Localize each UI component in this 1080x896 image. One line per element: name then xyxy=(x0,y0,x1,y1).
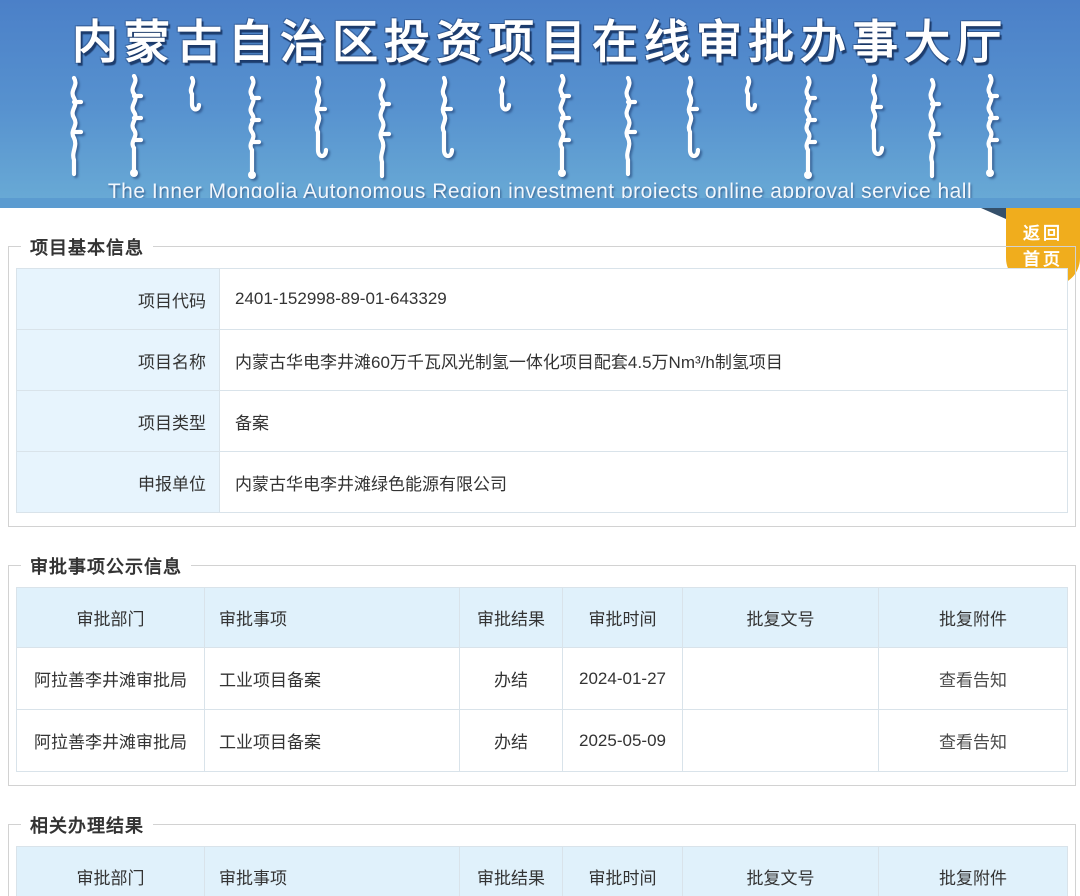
column-header-attachment: 批复附件 xyxy=(878,846,1068,896)
cell-date: 2025-05-09 xyxy=(562,709,683,772)
table-row: 阿拉善李井滩审批局 工业项目备案 办结 2025-05-09 查看告知 xyxy=(16,709,1068,772)
field-label-declaring-unit: 申报单位 xyxy=(16,451,220,513)
column-header-item: 审批事项 xyxy=(204,846,460,896)
table-header-row: 审批部门 审批事项 审批结果 审批时间 批复文号 批复附件 xyxy=(16,587,1068,648)
column-header-date: 审批时间 xyxy=(562,587,683,648)
field-value-project-type: 备案 xyxy=(219,390,1068,452)
column-header-dept: 审批部门 xyxy=(16,587,205,648)
header-accent-bar xyxy=(0,198,1080,208)
site-header-banner: 内蒙古自治区投资项目在线审批办事大厅 The Inner Mongolia Au… xyxy=(0,0,1080,198)
section-approval-publicity-title: 审批事项公示信息 xyxy=(21,553,191,579)
column-header-doc-no: 批复文号 xyxy=(682,846,879,896)
cell-doc-no xyxy=(682,709,879,772)
cell-result: 办结 xyxy=(459,647,563,710)
field-label-project-name: 项目名称 xyxy=(16,329,220,391)
section-related-results-title: 相关办理结果 xyxy=(21,812,153,838)
column-header-date: 审批时间 xyxy=(562,846,683,896)
approval-publicity-table: 审批部门 审批事项 审批结果 审批时间 批复文号 批复附件 阿拉善李井滩审批局 … xyxy=(16,587,1068,772)
cell-attachment: 查看告知 xyxy=(878,709,1068,772)
section-basic-info: 项目基本信息 项目代码 2401-152998-89-01-643329 项目名… xyxy=(8,234,1076,527)
cell-item: 工业项目备案 xyxy=(204,647,460,710)
page: 内蒙古自治区投资项目在线审批办事大厅 The Inner Mongolia Au… xyxy=(0,0,1080,896)
table-row: 阿拉善李井滩审批局 工业项目备案 办结 2024-01-27 查看告知 xyxy=(16,647,1068,710)
cell-attachment: 查看告知 xyxy=(878,647,1068,710)
section-basic-info-title: 项目基本信息 xyxy=(21,234,153,260)
field-value-project-code: 2401-152998-89-01-643329 xyxy=(219,268,1068,330)
cell-date: 2024-01-27 xyxy=(562,647,683,710)
related-results-table: 审批部门 审批事项 审批结果 审批时间 批复文号 批复附件 xyxy=(16,846,1068,896)
view-notice-link[interactable]: 查看告知 xyxy=(939,671,1007,690)
field-value-declaring-unit: 内蒙古华电李井滩绿色能源有限公司 xyxy=(219,451,1068,513)
ribbon-fold-icon xyxy=(981,208,1006,219)
table-row: 申报单位 内蒙古华电李井滩绿色能源有限公司 xyxy=(16,451,1068,513)
mongolian-script xyxy=(0,74,1080,180)
site-title-chinese: 内蒙古自治区投资项目在线审批办事大厅 xyxy=(72,17,1008,68)
section-related-results: 相关办理结果 审批部门 审批事项 审批结果 审批时间 批复文号 批复附件 xyxy=(8,812,1076,896)
table-row: 项目类型 备案 xyxy=(16,390,1068,452)
table-row: 项目名称 内蒙古华电李井滩60万千瓦风光制氢一体化项目配套4.5万Nm³/h制氢… xyxy=(16,329,1068,391)
table-header-row: 审批部门 审批事项 审批结果 审批时间 批复文号 批复附件 xyxy=(16,846,1068,896)
table-row: 项目代码 2401-152998-89-01-643329 xyxy=(16,268,1068,330)
column-header-dept: 审批部门 xyxy=(16,846,205,896)
site-subtitle-english: The Inner Mongolia Autonomous Region inv… xyxy=(107,180,973,198)
field-value-project-name: 内蒙古华电李井滩60万千瓦风光制氢一体化项目配套4.5万Nm³/h制氢项目 xyxy=(219,329,1068,391)
cell-dept: 阿拉善李井滩审批局 xyxy=(16,709,205,772)
column-header-result: 审批结果 xyxy=(459,587,563,648)
cell-result: 办结 xyxy=(459,709,563,772)
cell-doc-no xyxy=(682,647,879,710)
field-label-project-type: 项目类型 xyxy=(16,390,220,452)
cell-dept: 阿拉善李井滩审批局 xyxy=(16,647,205,710)
cell-item: 工业项目备案 xyxy=(204,709,460,772)
column-header-attachment: 批复附件 xyxy=(878,587,1068,648)
field-label-project-code: 项目代码 xyxy=(16,268,220,330)
column-header-result: 审批结果 xyxy=(459,846,563,896)
column-header-item: 审批事项 xyxy=(204,587,460,648)
view-notice-link[interactable]: 查看告知 xyxy=(939,733,1007,752)
column-header-doc-no: 批复文号 xyxy=(682,587,879,648)
basic-info-table: 项目代码 2401-152998-89-01-643329 项目名称 内蒙古华电… xyxy=(16,268,1068,513)
section-approval-publicity: 审批事项公示信息 审批部门 审批事项 审批结果 审批时间 批复文号 批复附件 阿… xyxy=(8,553,1076,786)
